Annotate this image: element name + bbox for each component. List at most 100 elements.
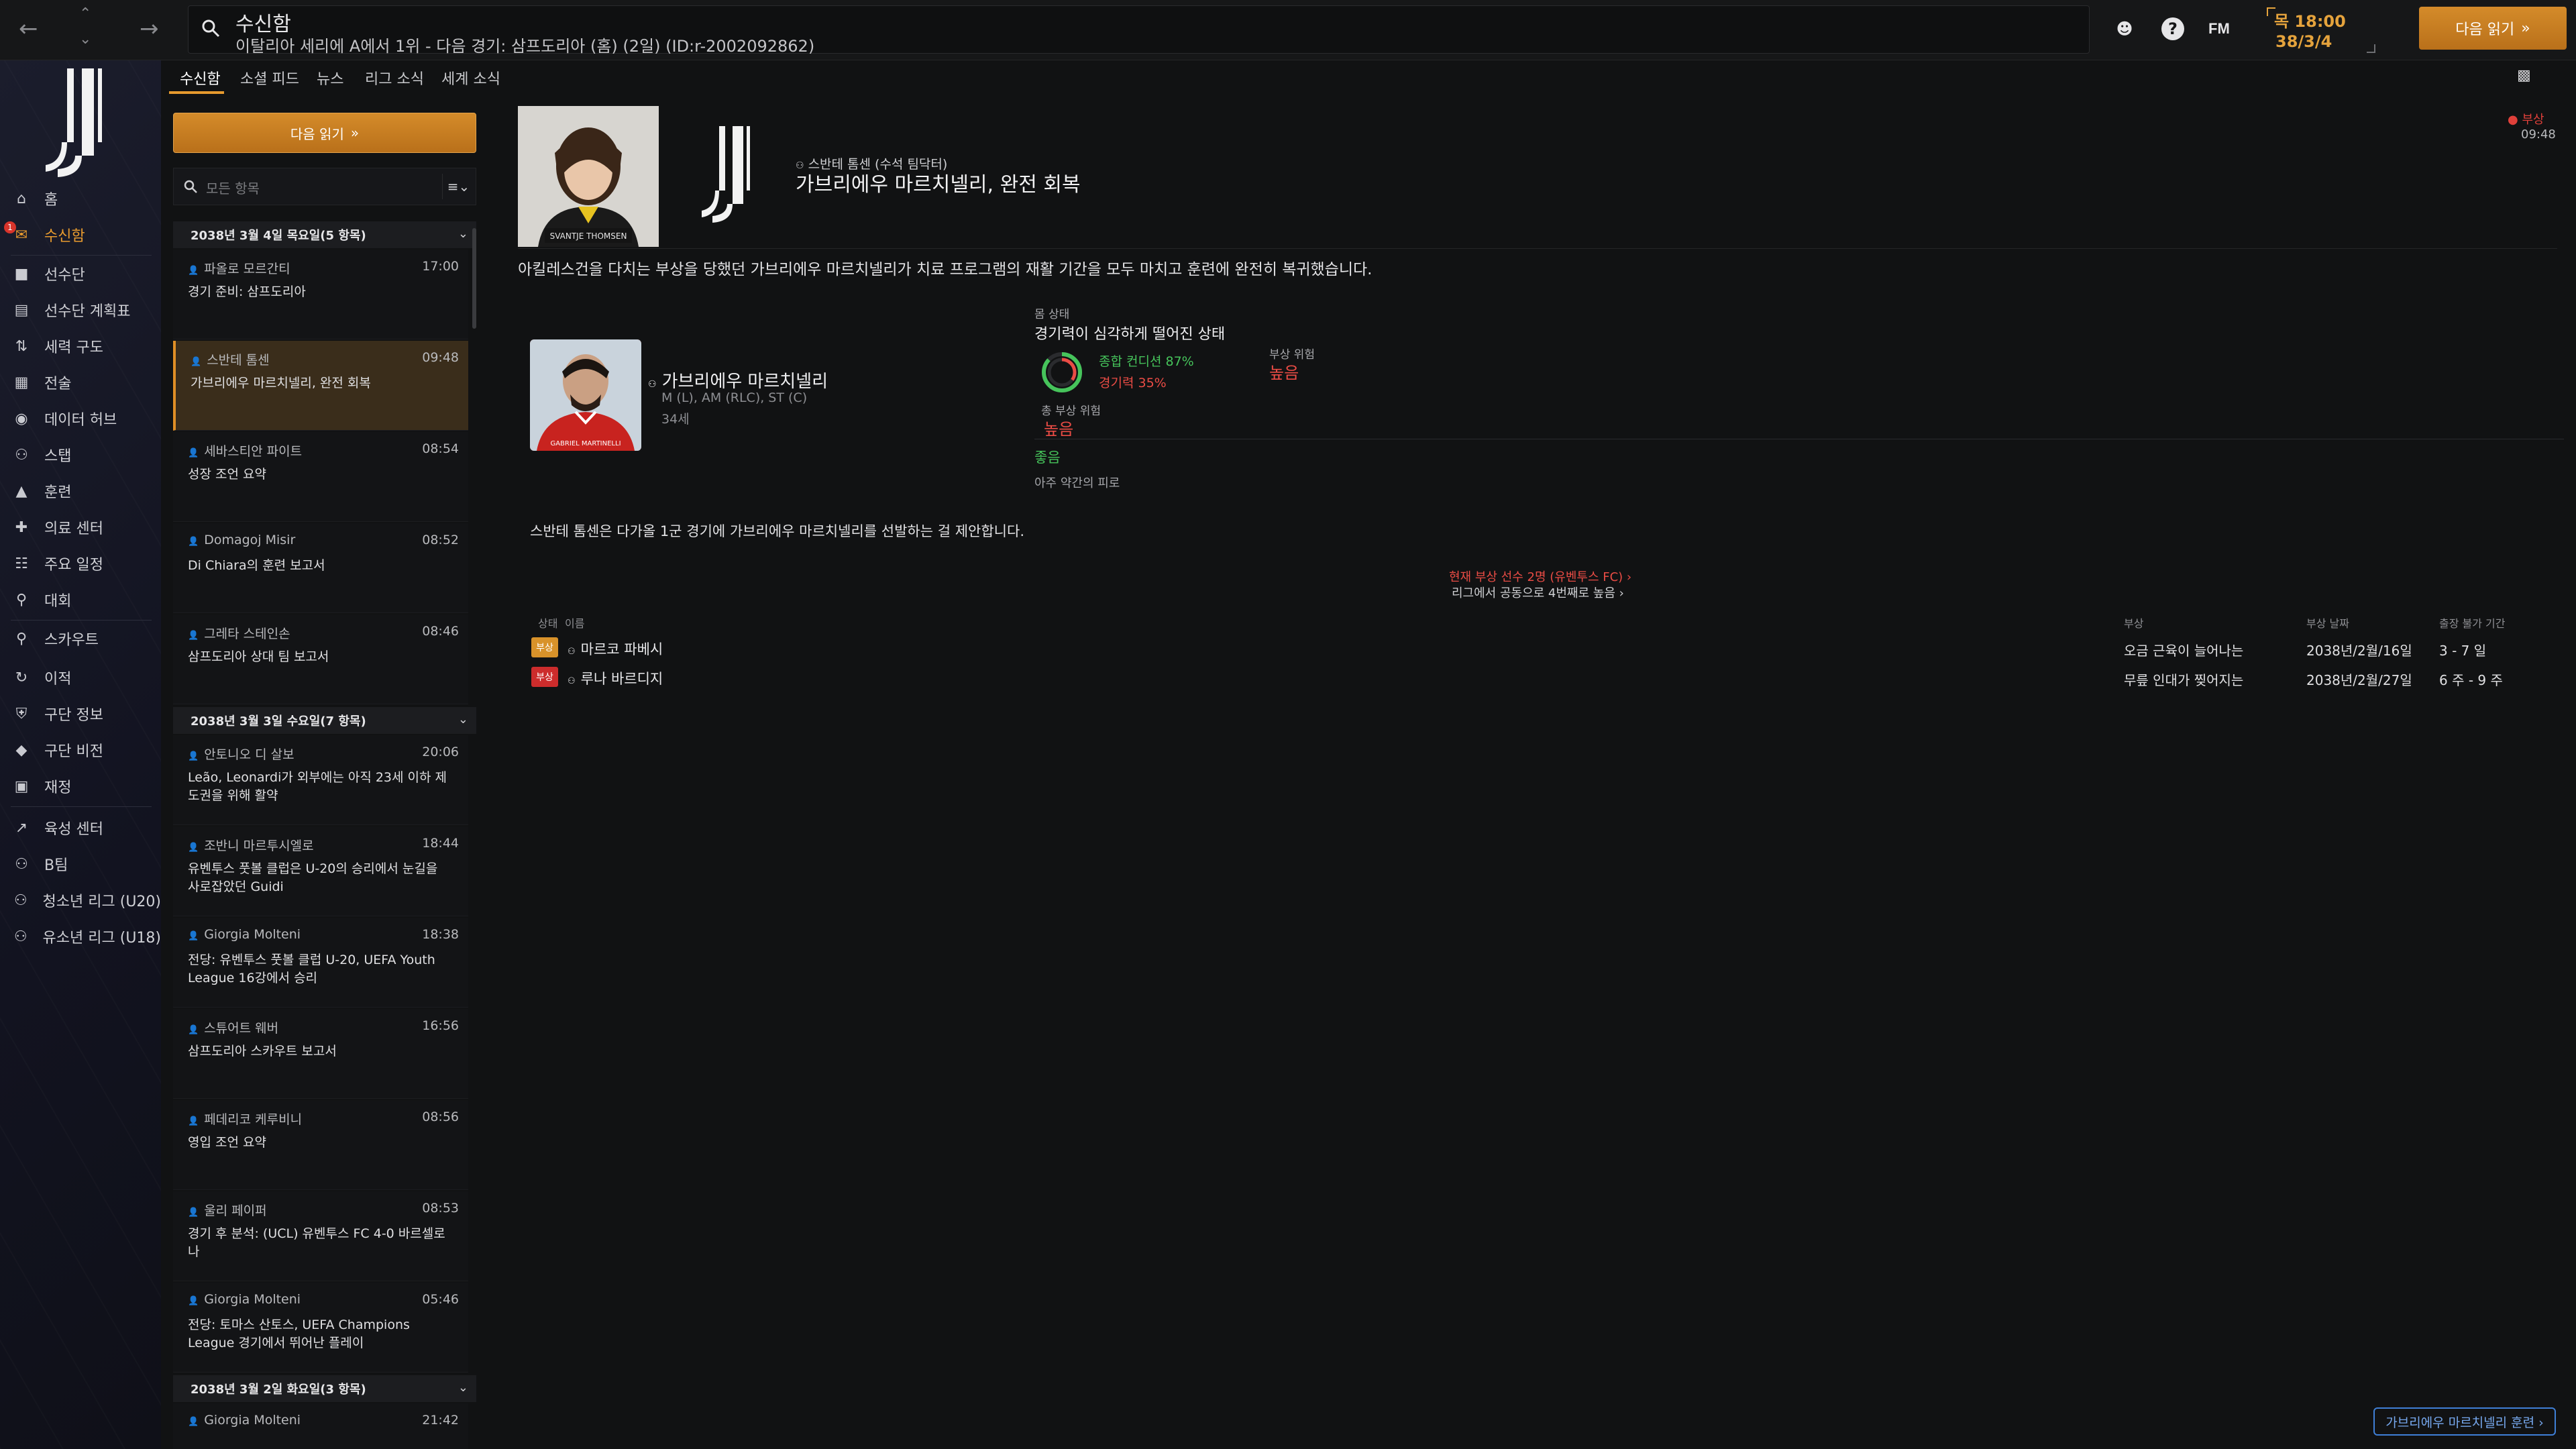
juventus-logo[interactable] (40, 64, 121, 178)
juventus-logo[interactable] (698, 122, 765, 223)
match-sharpness: 경기력 35% (1099, 376, 1167, 390)
message-time: 17:00 (422, 259, 459, 274)
injured-player-name[interactable]: ⚇ 마르코 파베시 (568, 639, 663, 659)
player-name[interactable]: ⚇ 가브리에우 마르치넬리 (648, 368, 828, 392)
table-row[interactable]: 부상 ⚇ 루나 바르디지 무릎 인대가 찢어지는 2038년/2월/27일 6 주… (531, 664, 2544, 692)
list-item[interactable]: 안토니오 디 살보 20:06 Leão, Leonardi가 외부에는 아직 … (173, 735, 468, 825)
sidebar-item-label: 세력 구도 (44, 339, 103, 356)
current-injuries-link[interactable]: 현재 부상 선수 2명 (유벤투스 FC) › (1449, 568, 1631, 585)
column-header-injury[interactable]: 부상 (2124, 614, 2143, 631)
list-item[interactable]: Domagoj Misir 08:52 Di Chiara의 훈련 보고서 (173, 523, 468, 613)
sidebar-item-staff[interactable]: ⚇ 스탭 (0, 439, 161, 471)
sidebar-item-home[interactable]: ⌂ 홈 (0, 182, 161, 215)
back-arrow-icon[interactable]: ← (19, 17, 38, 40)
sidebar-item-development[interactable]: ↗ 육성 센터 (0, 812, 161, 844)
player-training-link[interactable]: 가브리에우 마르치넬리 훈련 › (2373, 1407, 2556, 1436)
sidebar-item-finances[interactable]: ▣ 재정 (0, 770, 161, 802)
player-age: 34세 (661, 412, 690, 427)
injury-duration: 6 주 - 9 주 (2439, 672, 2503, 688)
screen-icon[interactable]: ▩ (2517, 67, 2544, 89)
column-header-date[interactable]: 부상 날짜 (2306, 614, 2349, 631)
player-photo[interactable]: GABRIEL MARTINELLI (530, 339, 641, 451)
message-subject: Leão, Leonardi가 외부에는 아직 23세 이하 제도권을 위해 활… (188, 770, 447, 803)
help-icon[interactable]: ? (2161, 17, 2184, 40)
list-item[interactable]: 파올로 모르간티 17:00 경기 준비: 삼프도리아 (173, 250, 468, 339)
injured-player-name[interactable]: ⚇ 루나 바르디지 (568, 668, 663, 688)
dynamics-icon: ⇅ (15, 337, 28, 355)
sidebar-item-training[interactable]: ▲ 훈련 (0, 475, 161, 507)
sidebar-item-scouting[interactable]: ⚲ 스카우트 (0, 623, 161, 655)
sidebar-item-dynamics[interactable]: ⇅ 세력 구도 (0, 330, 161, 362)
column-header-name[interactable]: 이름 (565, 614, 584, 631)
sidebar-item-squad-planner[interactable]: ▤ 선수단 계획표 (0, 294, 161, 326)
sidebar-item-u20[interactable]: ⚇ 청소년 리그 (U20) (0, 884, 161, 916)
shirt-icon: ■ (14, 265, 29, 282)
sidebar-item-b-team[interactable]: ⚇ B팀 (0, 848, 161, 880)
message-sender: Giorgia Molteni (188, 1292, 301, 1307)
sidebar-item-inbox[interactable]: 1 ✉ 수신함 (0, 219, 161, 251)
tab-social-feed[interactable]: 소셜 피드 (240, 67, 299, 89)
column-header-status[interactable]: 상태 (538, 614, 557, 631)
sidebar-item-medical[interactable]: ✚ 의료 센터 (0, 511, 161, 543)
list-scrollbar[interactable] (472, 228, 476, 329)
sidebar-item-transfers[interactable]: ↻ 이적 (0, 661, 161, 694)
injury-date: 2038년/2월/27일 (2306, 672, 2412, 688)
club-info-icon: ⛨ (15, 705, 28, 722)
game-clock: 목 18:00 38/3/4 (2261, 7, 2381, 54)
forward-arrow-icon[interactable]: → (140, 17, 159, 40)
injury-date: 2038년/2월/16일 (2306, 643, 2412, 659)
overall-condition: 종합 컨디션 87% (1099, 354, 1194, 369)
list-item[interactable]: 스튜어트 웨버 16:56 삼프도리아 스카우트 보고서 (173, 1009, 468, 1099)
search-bar[interactable]: 수신함 이탈리아 세리에 A에서 1위 - 다음 경기: 삼프도리아 (홈) (… (188, 5, 2090, 56)
list-item[interactable]: Giorgia Molteni 21:42 (173, 1403, 468, 1449)
list-item-selected[interactable]: 스반테 톰센 09:48 가브리에우 마르치넬리, 완전 회복 (173, 341, 468, 431)
message-time: 20:06 (422, 745, 459, 759)
message-sender: 스튜어트 웨버 (188, 1018, 278, 1036)
sidebar-item-tactics[interactable]: ▦ 전술 (0, 366, 161, 398)
tab-league-news[interactable]: 리그 소식 (365, 67, 424, 89)
tab-world-news[interactable]: 세계 소식 (441, 67, 500, 89)
continue-label: 다음 읽기 (290, 125, 344, 142)
list-item[interactable]: 울리 페이퍼 08:53 경기 후 분석: (UCL) 유벤투스 FC 4-0 … (173, 1191, 468, 1281)
sidebar-item-schedule[interactable]: ☷ 주요 일정 (0, 547, 161, 580)
column-header-duration[interactable]: 출장 불가 기간 (2439, 614, 2506, 631)
player-card[interactable]: GABRIEL MARTINELLI ⚇ 가브리에우 마르치넬리 M (L), A… (530, 339, 1067, 451)
chevron-down-icon[interactable]: ⌄ (79, 32, 91, 47)
sidebar-item-label: 구단 정보 (44, 707, 103, 724)
inbox-continue-button[interactable]: 다음 읽기 » (173, 113, 476, 153)
list-item[interactable]: 조반니 마르투시엘로 18:44 유벤투스 풋볼 클럽은 U-20의 승리에서 … (173, 826, 468, 916)
sidebar-item-club-vision[interactable]: ◆ 구단 비전 (0, 734, 161, 766)
fm-logo[interactable]: FM (2208, 20, 2230, 38)
sidebar-item-competitions[interactable]: ⚲ 대회 (0, 584, 161, 616)
chevron-up-icon[interactable]: ⌃ (79, 7, 91, 21)
continue-button[interactable]: 다음 읽기 » (2419, 7, 2567, 50)
league-ranking-link[interactable]: 리그에서 공동으로 4번째로 높음 › (1452, 584, 1624, 601)
sort-menu-icon[interactable]: ≡⌄ (442, 174, 474, 199)
tab-inbox[interactable]: 수신함 (180, 67, 221, 89)
sender-photo[interactable]: SVANTJE THOMSEN (518, 106, 659, 247)
message-time: 08:54 (422, 441, 459, 456)
list-item[interactable]: 그레타 스테인손 08:46 삼프도리아 상대 팀 보고서 (173, 614, 468, 704)
filter-bar[interactable]: 모든 항목 ≡⌄ (173, 168, 476, 205)
social-icon[interactable]: ☻ (2113, 17, 2136, 40)
tab-news[interactable]: 뉴스 (317, 67, 343, 89)
message-detail: SVANTJE THOMSEN ⚇ 스반테 톰센 (수석 팀닥터) 가브리에우 마… (510, 101, 2564, 1449)
transfer-icon: ↻ (15, 669, 28, 686)
sidebar-item-u18[interactable]: ⚇ 유소년 리그 (U18) (0, 920, 161, 953)
sidebar-item-data-hub[interactable]: ◉ 데이터 허브 (0, 402, 161, 435)
message-subject: 가브리에우 마르치넬리, 완전 회복 (191, 376, 371, 390)
sidebar-item-label: 선수단 (44, 267, 85, 284)
day-header[interactable]: 2038년 3월 3일 수요일(7 항목) ⌄ (173, 707, 476, 734)
message-subject: 전당: 유벤투스 풋볼 클럽 U-20, UEFA Youth League 1… (188, 953, 435, 985)
table-row[interactable]: 부상 ⚇ 마르코 파베시 오금 근육이 늘어나는 2038년/2월/16일 3 -… (531, 635, 2544, 663)
list-item[interactable]: 세바스티안 파이트 08:54 성장 조언 요약 (173, 432, 468, 522)
condition-panel: 몸 상태 경기력이 심각하게 떨어진 상태 종합 컨디션 87% 경기력 35%… (1034, 295, 2108, 537)
list-item[interactable]: 페데리코 케루비니 08:56 영입 조언 요약 (173, 1100, 468, 1190)
list-item[interactable]: Giorgia Molteni 18:38 전당: 유벤투스 풋볼 클럽 U-2… (173, 918, 468, 1008)
list-item[interactable]: Giorgia Molteni 05:46 전당: 토마스 산토스, UEFA … (173, 1283, 468, 1373)
day-header[interactable]: 2038년 3월 2일 화요일(3 항목) ⌄ (173, 1375, 476, 1402)
sidebar-item-squad[interactable]: ■ 선수단 (0, 258, 161, 290)
sidebar-item-club-info[interactable]: ⛨ 구단 정보 (0, 698, 161, 730)
player-position: M (L), AM (RLC), ST (C) (661, 390, 808, 405)
day-header[interactable]: 2038년 3월 4일 목요일(5 항목) ⌄ (173, 221, 476, 248)
